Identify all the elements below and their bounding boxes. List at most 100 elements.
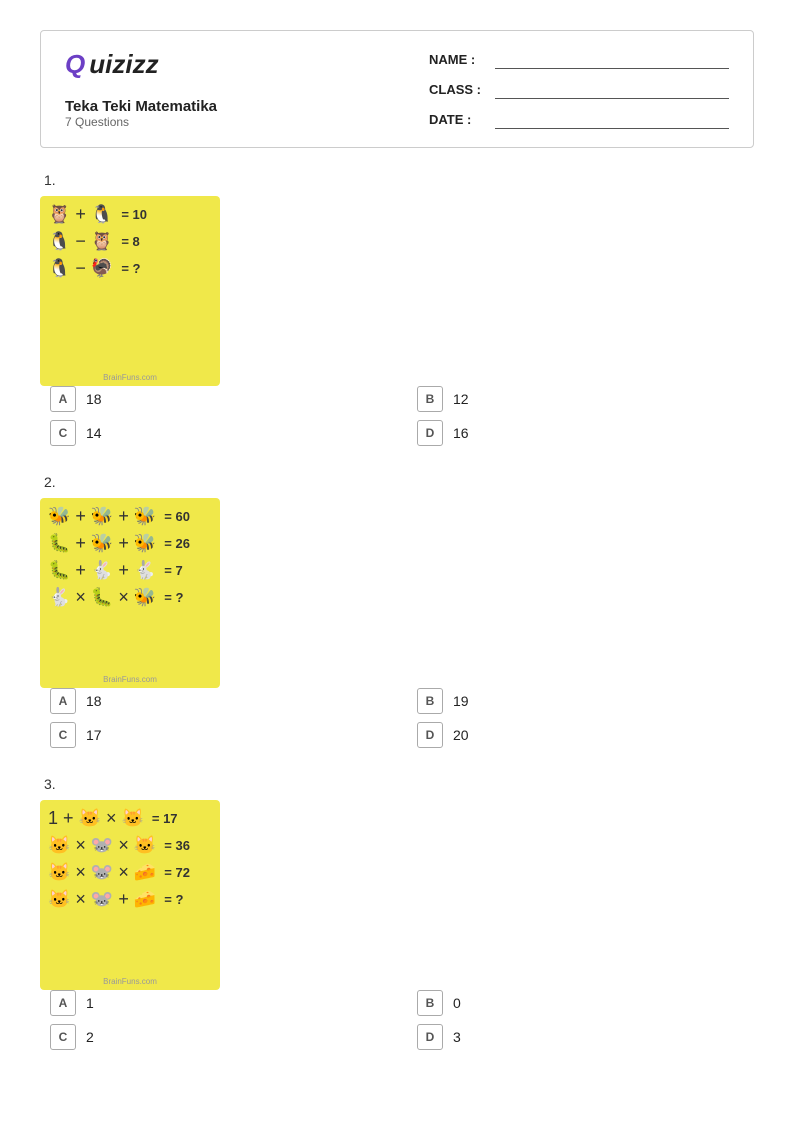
option-value-1-C: 14 — [86, 425, 102, 441]
puzzle-eq-3-1: = 17 — [152, 811, 178, 826]
puzzle-image-2: 🐝 + 🐝 + 🐝 = 60 🐛 + 🐝 + 🐝 = 26 🐛 + 🐇 + 🐇 = 7 🐇 … — [40, 498, 220, 688]
header-box: Q uizizz Teka Teki Matematika 7 Question… — [40, 30, 754, 148]
puzzle-row-3-4: 🐱 × 🐭 + 🧀 = ? — [48, 889, 212, 910]
class-field-row: CLASS : — [429, 79, 729, 99]
puzzle-eq-2-1: = 60 — [164, 509, 190, 524]
name-field-row: NAME : — [429, 49, 729, 69]
question-1: 1. 🦉 + 🐧 = 10 🐧 − 🦉 = 8 🐧 − 🦃 = ? BrainFuns.com… — [40, 172, 754, 446]
class-label: CLASS : — [429, 82, 489, 97]
option-letter-3-C: C — [50, 1024, 76, 1050]
puzzle-eq-3-3: = 72 — [164, 865, 190, 880]
puzzle-row-2-3: 🐛 + 🐇 + 🐇 = 7 — [48, 560, 212, 581]
option-letter-1-D: D — [417, 420, 443, 446]
option-letter-3-A: A — [50, 990, 76, 1016]
option-value-3-C: 2 — [86, 1029, 94, 1045]
puzzle-row-1-3: 🐧 − 🦃 = ? — [48, 258, 212, 279]
puzzle-row-2-1: 🐝 + 🐝 + 🐝 = 60 — [48, 506, 212, 527]
puzzle-left-3-2: 🐱 × 🐭 × 🐱 — [48, 835, 156, 856]
puzzle-left-2-1: 🐝 + 🐝 + 🐝 — [48, 506, 156, 527]
puzzle-left-1-2: 🐧 − 🦉 — [48, 231, 113, 252]
option-value-3-A: 1 — [86, 995, 94, 1011]
option-letter-2-A: A — [50, 688, 76, 714]
option-value-2-B: 19 — [453, 693, 469, 709]
option-value-2-A: 18 — [86, 693, 102, 709]
option-3-C: C2 — [50, 1024, 387, 1050]
puzzle-row-3-2: 🐱 × 🐭 × 🐱 = 36 — [48, 835, 212, 856]
class-line — [495, 79, 729, 99]
logo-rest: uizizz — [89, 49, 158, 80]
puzzle-eq-2-4: = ? — [164, 590, 183, 605]
puzzle-eq-3-4: = ? — [164, 892, 183, 907]
option-value-2-D: 20 — [453, 727, 469, 743]
option-value-3-B: 0 — [453, 995, 461, 1011]
option-value-3-D: 3 — [453, 1029, 461, 1045]
puzzle-eq-1-3: = ? — [121, 261, 140, 276]
question-3: 3. 1 + 🐱 × 🐱 = 17 🐱 × 🐭 × 🐱 = 36 🐱 × 🐭 × 🧀 = 7… — [40, 776, 754, 1050]
quiz-title: Teka Teki Matematika — [65, 98, 217, 115]
puzzle-row-2-2: 🐛 + 🐝 + 🐝 = 26 — [48, 533, 212, 554]
puzzle-left-3-4: 🐱 × 🐭 + 🧀 — [48, 889, 156, 910]
logo-q: Q — [65, 49, 85, 80]
watermark: BrainFuns.com — [103, 373, 157, 382]
puzzle-left-2-3: 🐛 + 🐇 + 🐇 — [48, 560, 156, 581]
puzzle-left-3-1: 1 + 🐱 × 🐱 — [48, 808, 144, 829]
date-line — [495, 109, 729, 129]
puzzle-eq-2-2: = 26 — [164, 536, 190, 551]
puzzle-row-1-2: 🐧 − 🦉 = 8 — [48, 231, 212, 252]
option-letter-3-D: D — [417, 1024, 443, 1050]
puzzle-row-2-4: 🐇 × 🐛 × 🐝 = ? — [48, 587, 212, 608]
option-letter-1-C: C — [50, 420, 76, 446]
puzzle-image-3: 1 + 🐱 × 🐱= 17🐱 × 🐭 × 🐱= 36🐱 × 🐭 × 🧀= 72🐱… — [40, 800, 220, 990]
option-value-1-A: 18 — [86, 391, 102, 407]
option-2-A: A 18 — [50, 688, 387, 714]
date-field-row: DATE : — [429, 109, 729, 129]
option-letter-2-C: C — [50, 722, 76, 748]
puzzle-left-1-1: 🦉 + 🐧 — [48, 204, 113, 225]
options-grid-3: A1 B0 C2 D3 — [40, 990, 754, 1050]
name-label: NAME : — [429, 52, 489, 67]
options-grid-1: A 18 B 12 C 14 D 16 — [40, 386, 754, 446]
option-2-C: C17 — [50, 722, 387, 748]
option-3-B: B0 — [417, 990, 754, 1016]
option-letter-3-B: B — [417, 990, 443, 1016]
puzzle-eq-2-3: = 7 — [164, 563, 182, 578]
option-value-1-D: 16 — [453, 425, 469, 441]
option-2-B: B 19 — [417, 688, 754, 714]
options-grid-2: A 18 B 19 C17 D 20 — [40, 688, 754, 748]
option-1-A: A 18 — [50, 386, 387, 412]
question-number-3: 3. — [40, 776, 754, 792]
logo: Q uizizz — [65, 49, 217, 80]
watermark: BrainFuns.com — [103, 675, 157, 684]
question-number-2: 2. — [40, 474, 754, 490]
puzzle-left-2-2: 🐛 + 🐝 + 🐝 — [48, 533, 156, 554]
fields-area: NAME : CLASS : DATE : — [429, 49, 729, 129]
option-2-D: D 20 — [417, 722, 754, 748]
option-letter-2-D: D — [417, 722, 443, 748]
puzzle-row-3-1: 1 + 🐱 × 🐱 = 17 — [48, 808, 212, 829]
logo-area: Q uizizz Teka Teki Matematika 7 Question… — [65, 49, 217, 129]
quiz-subtitle: 7 Questions — [65, 115, 217, 129]
puzzle-image-1: 🦉 + 🐧 = 10 🐧 − 🦉 = 8 🐧 − 🦃 = ? BrainFuns.com — [40, 196, 220, 386]
option-letter-1-A: A — [50, 386, 76, 412]
watermark: BrainFuns.com — [103, 977, 157, 986]
question-number-1: 1. — [40, 172, 754, 188]
puzzle-left-1-3: 🐧 − 🦃 — [48, 258, 113, 279]
puzzle-eq-1-1: = 10 — [121, 207, 147, 222]
option-value-1-B: 12 — [453, 391, 469, 407]
name-line — [495, 49, 729, 69]
option-1-D: D 16 — [417, 420, 754, 446]
question-2: 2. 🐝 + 🐝 + 🐝 = 60 🐛 + 🐝 + 🐝 = 26 🐛 + 🐇 + 🐇 = 7… — [40, 474, 754, 748]
page: Q uizizz Teka Teki Matematika 7 Question… — [0, 0, 794, 1108]
puzzle-row-1-1: 🦉 + 🐧 = 10 — [48, 204, 212, 225]
option-1-C: C 14 — [50, 420, 387, 446]
puzzle-eq-1-2: = 8 — [121, 234, 139, 249]
option-letter-1-B: B — [417, 386, 443, 412]
puzzle-eq-3-2: = 36 — [164, 838, 190, 853]
option-3-A: A1 — [50, 990, 387, 1016]
option-letter-2-B: B — [417, 688, 443, 714]
puzzle-left-2-4: 🐇 × 🐛 × 🐝 — [48, 587, 156, 608]
puzzle-left-3-3: 🐱 × 🐭 × 🧀 — [48, 862, 156, 883]
questions-container: 1. 🦉 + 🐧 = 10 🐧 − 🦉 = 8 🐧 − 🦃 = ? BrainFuns.com… — [40, 172, 754, 1050]
puzzle-row-3-3: 🐱 × 🐭 × 🧀 = 72 — [48, 862, 212, 883]
option-1-B: B 12 — [417, 386, 754, 412]
